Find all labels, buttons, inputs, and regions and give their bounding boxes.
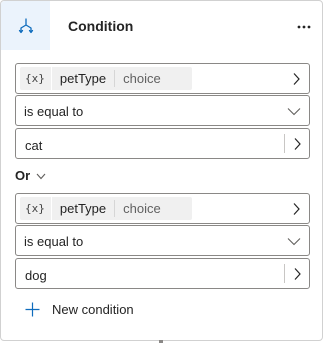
- branch-icon: [1, 1, 50, 50]
- more-options-button[interactable]: [291, 15, 317, 39]
- chevron-down-icon: [36, 173, 46, 179]
- chevron-down-icon: [287, 108, 301, 116]
- variable-chip: {x} petType choice: [20, 67, 192, 90]
- operator-value: is equal to: [24, 234, 84, 249]
- value-input[interactable]: dog: [15, 258, 310, 289]
- chevron-right-icon: [293, 73, 300, 85]
- variable-selector[interactable]: {x} petType choice: [15, 63, 310, 94]
- chevron-right-icon[interactable]: [292, 137, 302, 151]
- value-text: cat: [25, 138, 43, 153]
- value-divider: [284, 134, 285, 153]
- operator-value: is equal to: [24, 104, 84, 119]
- value-input[interactable]: cat: [15, 128, 310, 159]
- operator-dropdown[interactable]: is equal to: [15, 225, 310, 256]
- operator-dropdown[interactable]: is equal to: [15, 95, 310, 126]
- card-header: Condition: [1, 1, 322, 51]
- logical-operator-label: Or: [15, 168, 31, 183]
- value-text: dog: [25, 268, 47, 283]
- value-divider: [284, 264, 285, 283]
- variable-name: petType: [52, 200, 116, 217]
- card-title: Condition: [68, 18, 134, 34]
- variable-icon: {x}: [20, 67, 52, 90]
- variable-chip: {x} petType choice: [20, 197, 192, 220]
- chevron-right-icon: [293, 203, 300, 215]
- chevron-down-icon: [287, 238, 301, 246]
- condition-card: Condition {x} petType choice is equal to…: [0, 0, 323, 341]
- more-icon: [297, 25, 311, 29]
- add-icon: [25, 302, 40, 317]
- new-condition-label: New condition: [52, 302, 134, 317]
- variable-name: petType: [52, 70, 116, 87]
- variable-type: choice: [123, 71, 161, 86]
- logical-operator-toggle[interactable]: Or: [15, 168, 46, 183]
- chevron-right-icon[interactable]: [292, 267, 302, 281]
- variable-icon: {x}: [20, 197, 52, 220]
- variable-type: choice: [123, 201, 161, 216]
- new-condition-button[interactable]: New condition: [25, 302, 134, 317]
- variable-selector[interactable]: {x} petType choice: [15, 193, 310, 224]
